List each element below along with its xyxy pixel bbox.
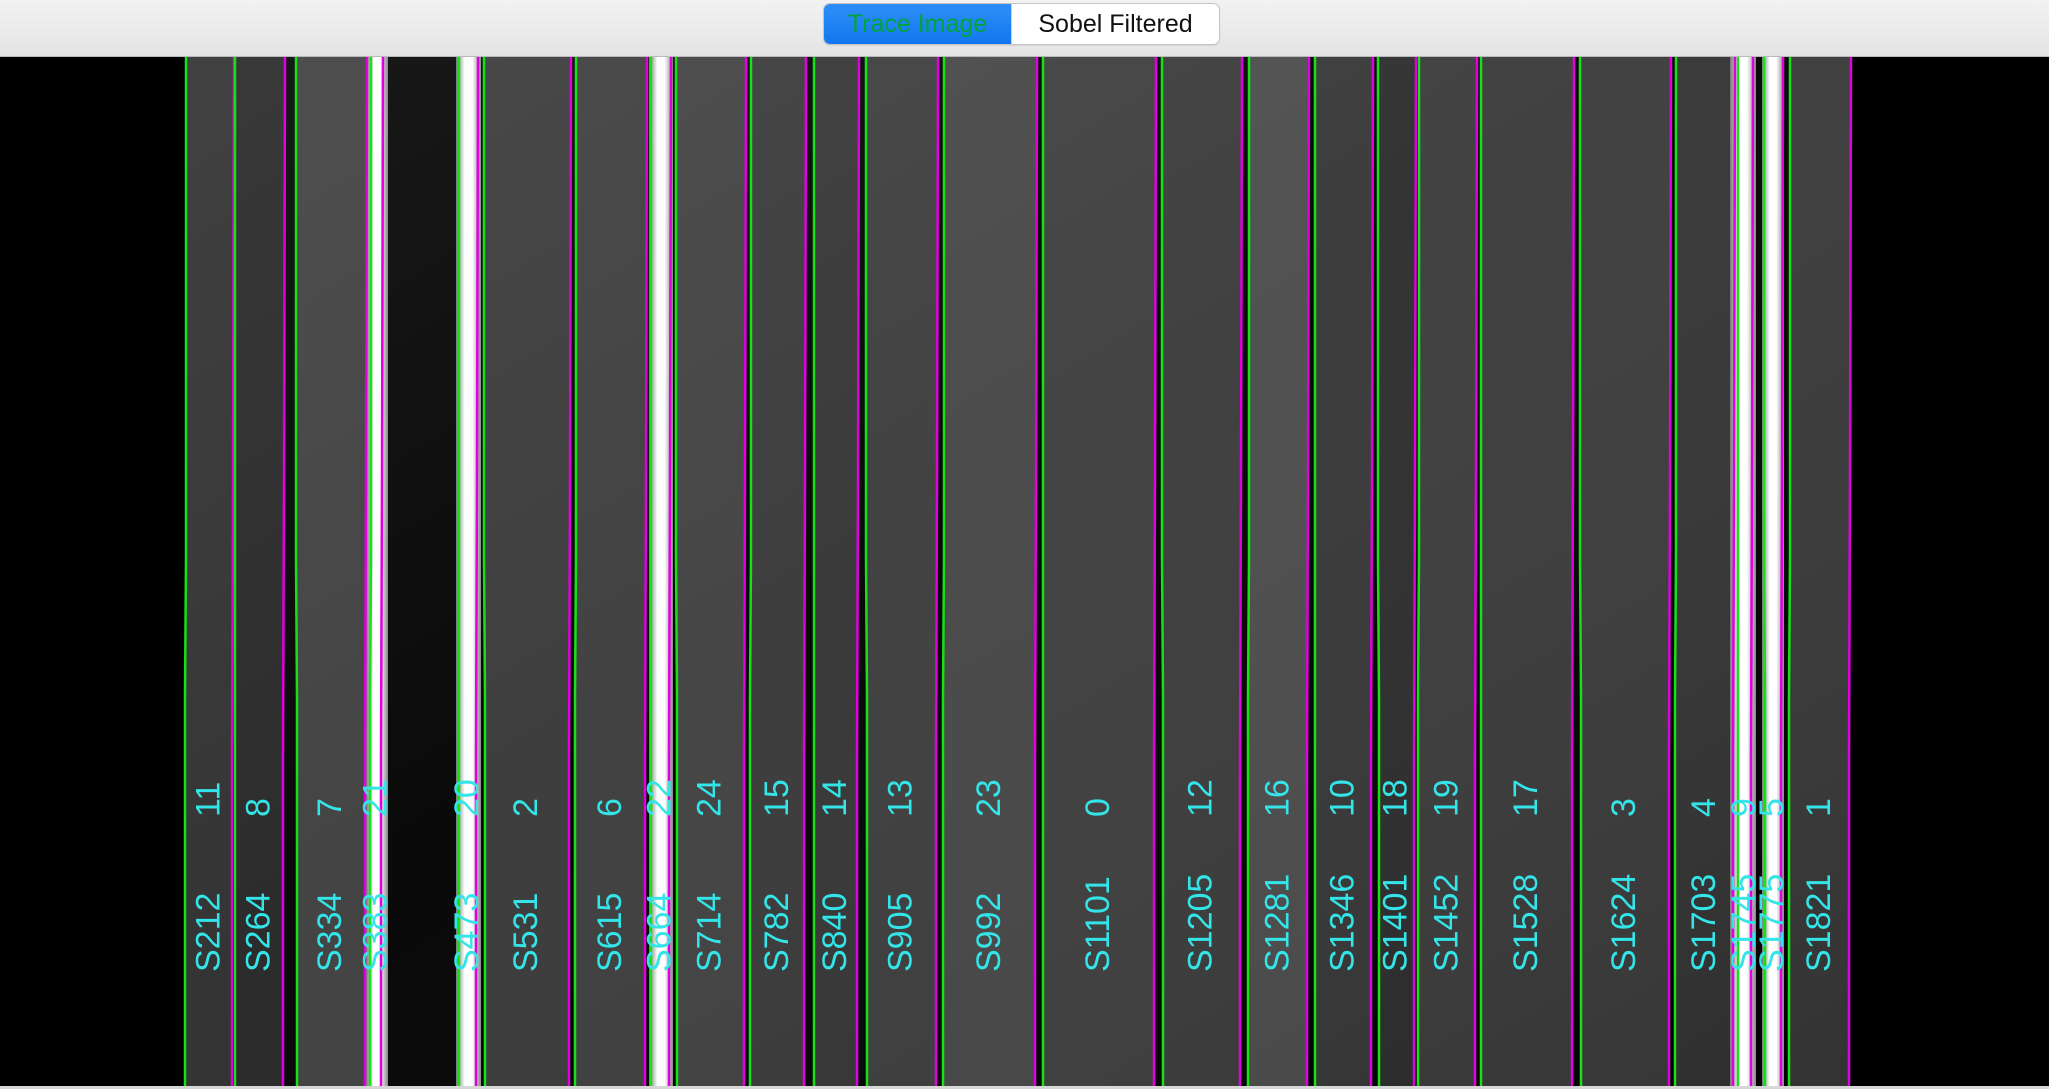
slit-id-label: 11	[190, 782, 228, 817]
slit-id-label: 16	[1259, 779, 1297, 817]
tab-sobel-filtered[interactable]: Sobel Filtered	[1011, 4, 1219, 44]
slit-id-label: 19	[1428, 779, 1466, 817]
trace-image-viewport[interactable]: 11 S212 8 S264 7 S334 21 S383 20 S473 2 S531 6 S615 22…	[0, 57, 2049, 1086]
slit-label-group: 18 S1401	[1377, 779, 1415, 972]
slit-name-label: S334	[311, 893, 349, 972]
left-edge-trace	[1578, 57, 1583, 1086]
slit-id-label: 20	[448, 779, 486, 817]
slit-name-label: S1205	[1182, 874, 1220, 972]
slit-label-group: 12 S1205	[1182, 779, 1220, 972]
slit-name-label: S782	[758, 893, 796, 972]
slit-id-label: 15	[758, 779, 796, 817]
slit-name-label: S473	[448, 893, 486, 972]
slit-name-label: S1528	[1507, 874, 1545, 972]
left-edge-trace	[748, 57, 753, 1086]
view-segmented-control: Trace Image Sobel Filtered	[823, 3, 1220, 45]
slit-id-label: 17	[1507, 779, 1545, 817]
toolbar: Trace Image Sobel Filtered	[0, 0, 2049, 57]
slit-id-label: 2	[507, 798, 545, 817]
illumination-haze	[186, 57, 1850, 1086]
left-edge-trace	[941, 57, 946, 1086]
left-edge-trace	[294, 57, 299, 1086]
slit-id-label: 3	[1605, 798, 1643, 817]
slit-id-label: 12	[1182, 779, 1220, 817]
slit-id-label: 5	[1753, 798, 1791, 817]
slit-name-label: S1346	[1324, 874, 1362, 972]
left-edge-trace	[1673, 57, 1678, 1086]
left-edge-trace	[864, 57, 869, 1086]
slit-name-label: S1775	[1753, 874, 1791, 972]
left-edge-trace	[1160, 57, 1165, 1086]
slit-label-group: 10 S1346	[1324, 779, 1362, 972]
left-edge-trace	[1416, 57, 1421, 1086]
slit-name-label: S264	[240, 893, 278, 972]
slit-name-label: S212	[190, 893, 228, 972]
slit-name-label: S664	[641, 893, 679, 972]
slit-name-label: S1452	[1428, 874, 1466, 972]
slit-name-label: S531	[507, 893, 545, 972]
slit-id-label: 13	[882, 779, 920, 817]
slit-id-label: 1	[1800, 798, 1838, 817]
slit-name-label: S992	[970, 893, 1008, 972]
slit-name-label: S714	[691, 893, 729, 972]
slit-id-label: 14	[816, 779, 854, 817]
slit-name-label: S905	[882, 893, 920, 972]
slit-id-label: 18	[1377, 779, 1415, 817]
slit-id-label: 10	[1324, 779, 1362, 817]
slit-name-label: S1624	[1605, 874, 1643, 972]
slit-label-group: 16 S1281	[1259, 779, 1297, 972]
left-edge-trace	[573, 57, 578, 1086]
slit-name-label: S383	[357, 893, 395, 972]
tab-trace-image[interactable]: Trace Image	[824, 4, 1011, 44]
slit-name-label: S1703	[1685, 874, 1723, 972]
slit-id-label: 24	[691, 779, 729, 817]
slit-id-label: 7	[311, 798, 349, 817]
slit-label-group: 19 S1452	[1428, 779, 1466, 972]
left-edge-trace	[183, 57, 188, 1086]
slit-id-label: 22	[641, 779, 679, 817]
trace-image-canvas: 11 S212 8 S264 7 S334 21 S383 20 S473 2 S531 6 S615 22…	[183, 57, 1853, 1086]
slit-label-group: 17 S1528	[1507, 779, 1545, 972]
slit-name-label: S1101	[1079, 876, 1117, 972]
slit-name-label: S1821	[1800, 874, 1838, 972]
slit-id-label: 6	[591, 798, 629, 817]
slit-name-label: S1281	[1259, 874, 1297, 972]
slit-id-label: 4	[1685, 798, 1723, 817]
slit-name-label: S615	[591, 893, 629, 972]
slit-id-label: 0	[1079, 798, 1117, 817]
slit-name-label: S1401	[1377, 874, 1415, 972]
left-edge-trace	[1246, 57, 1251, 1086]
slit-id-label: 8	[240, 798, 278, 817]
slit-id-label: 21	[357, 779, 395, 817]
slit-id-label: 23	[970, 779, 1008, 817]
slit-name-label: S840	[816, 893, 854, 972]
